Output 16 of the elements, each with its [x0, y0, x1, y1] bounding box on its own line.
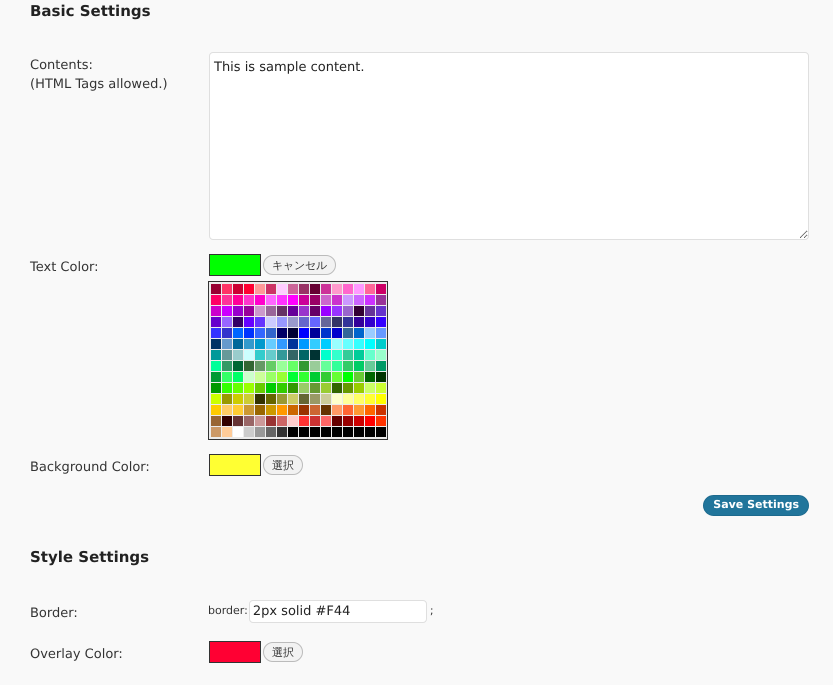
- field-label: Contents:: [30, 57, 94, 75]
- field-label: Text Color:: [30, 259, 100, 277]
- border-input[interactable]: 2px solid #F44: [248, 600, 427, 623]
- field-label: Overlay Color:: [30, 646, 124, 664]
- field-hint: (HTML Tags allowed.): [30, 76, 169, 94]
- picker-button[interactable]: 選択: [263, 455, 303, 475]
- contents-textarea[interactable]: This is sample content.: [209, 52, 809, 240]
- field-suffix: ;: [430, 603, 434, 620]
- field-prefix: border:: [208, 603, 248, 620]
- field-label: Background Color:: [30, 459, 151, 477]
- section-heading: Basic Settings: [30, 1, 152, 21]
- field-label: Border:: [30, 605, 79, 623]
- save-button[interactable]: Save Settings: [703, 495, 809, 516]
- section-heading: Style Settings: [30, 547, 150, 567]
- picker-button[interactable]: キャンセル: [263, 255, 336, 275]
- picker-button[interactable]: 選択: [263, 642, 303, 662]
